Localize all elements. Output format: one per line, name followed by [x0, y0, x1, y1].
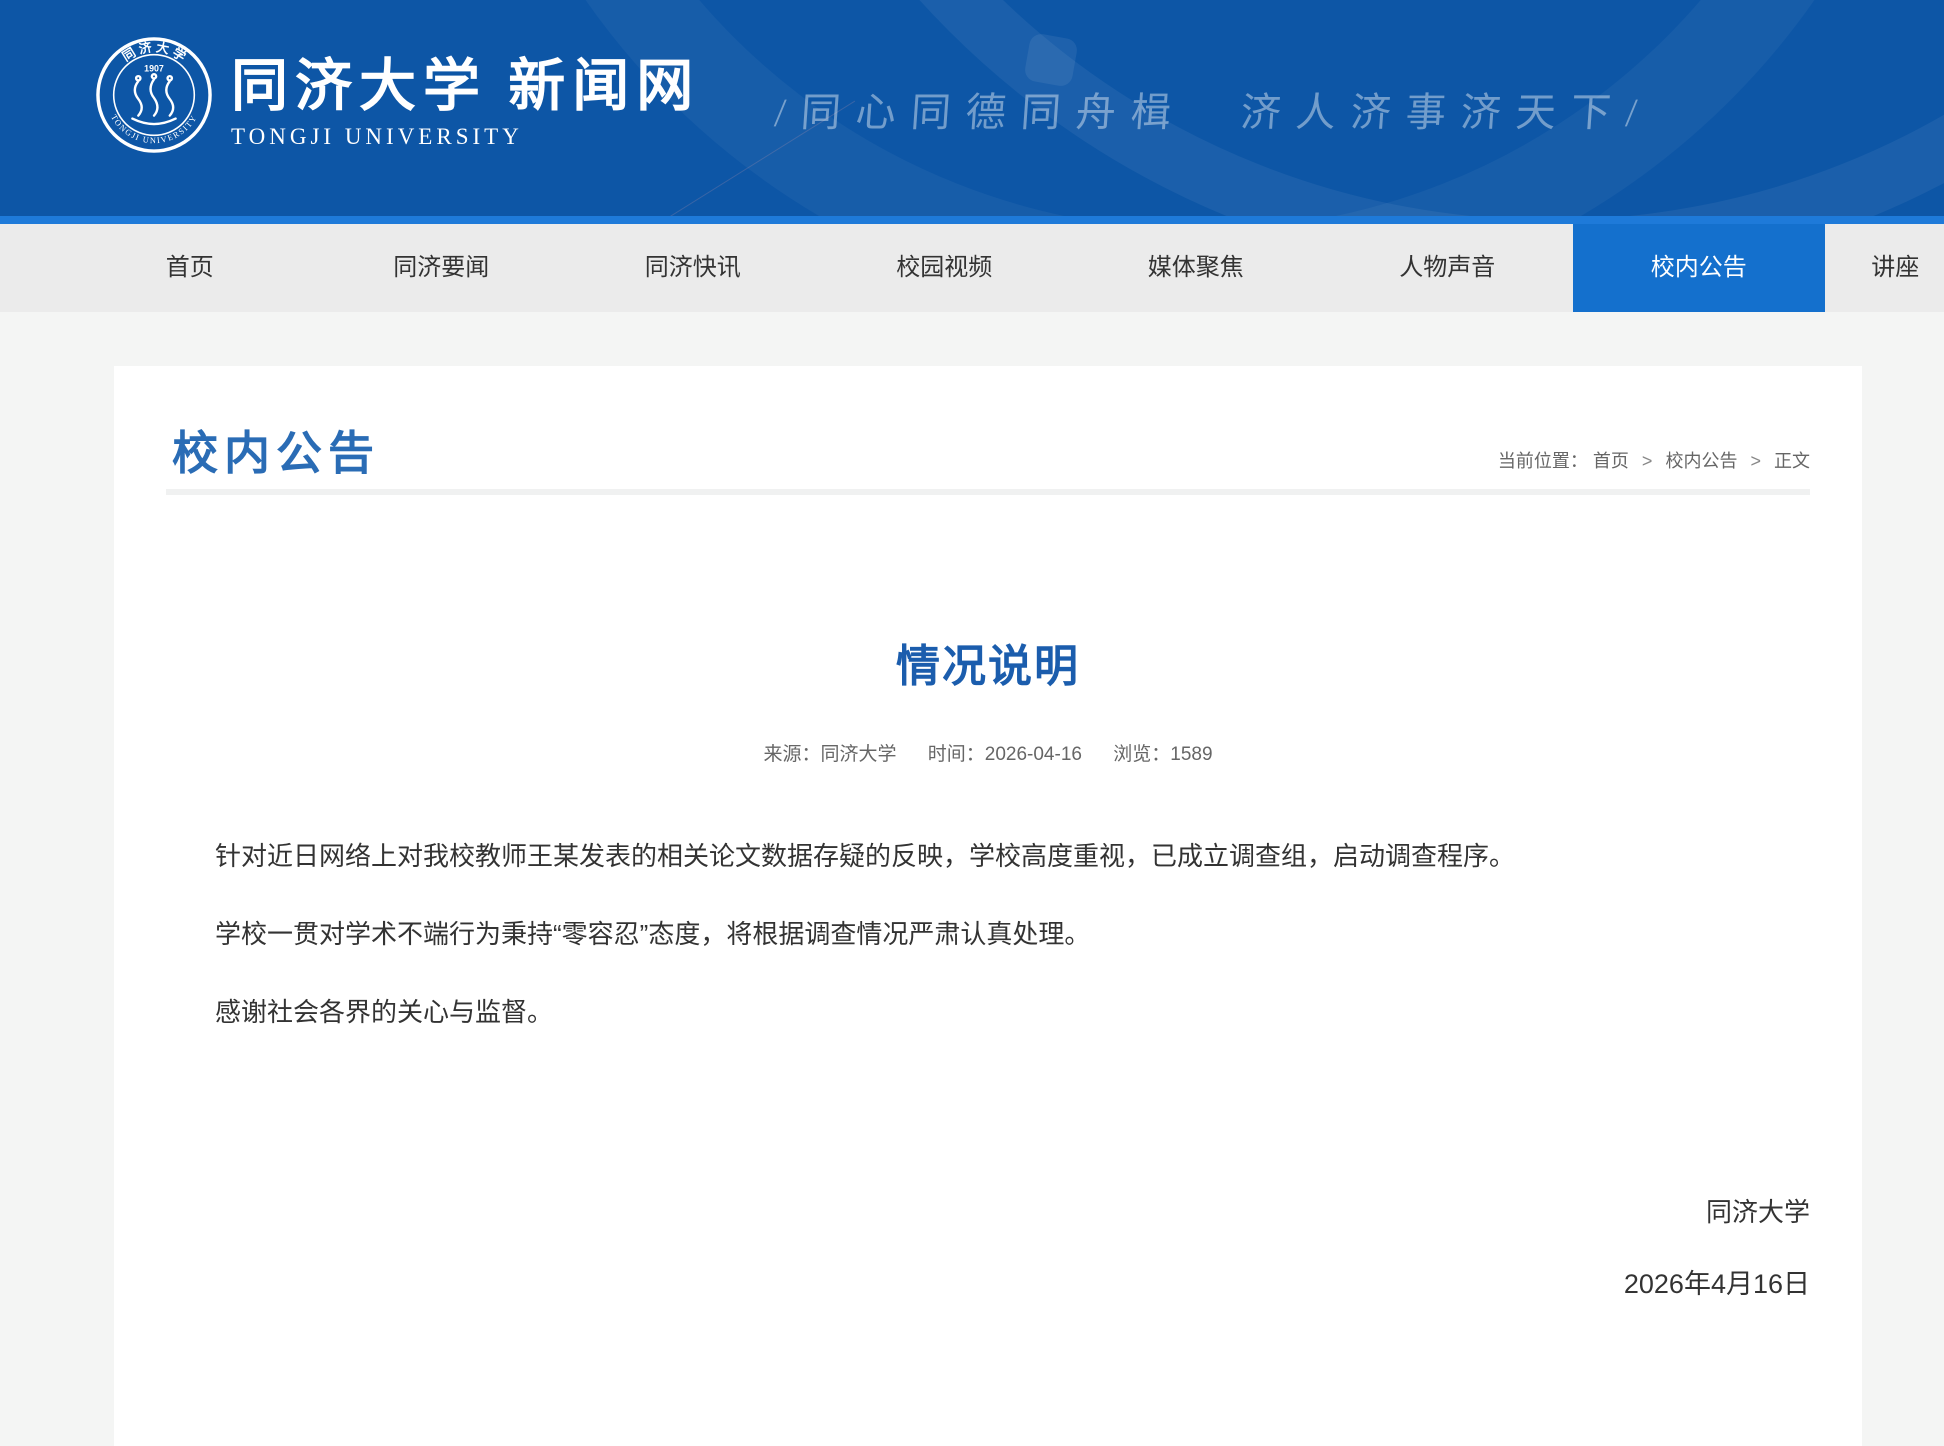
- meta-source: 来源：同济大学: [763, 744, 896, 765]
- signature-name: 同济大学: [1705, 1196, 1810, 1227]
- breadcrumb-label: 当前位置：: [1497, 450, 1588, 471]
- header-accent-strip: [0, 216, 1944, 224]
- nav-item-people-voices[interactable]: 人物声音: [1322, 224, 1574, 312]
- nav-item-tongji-express[interactable]: 同济快讯: [567, 224, 819, 312]
- nav-item-tongji-news[interactable]: 同济要闻: [316, 224, 568, 312]
- seal-boat-glyph: [131, 72, 177, 126]
- breadcrumb-current: 正文: [1774, 450, 1810, 471]
- header-slogan: /同心同德同舟楫 济人济事济天下/: [773, 90, 1654, 135]
- section-divider: [166, 488, 1810, 495]
- site-logo[interactable]: 同 济 大 学 TONGJI UNIVERSITY 1907 同济大学 新闻网 …: [95, 36, 700, 154]
- article-body: 针对近日网络上对我校教师王某发表的相关论文数据存疑的反映，学校高度重视，已成立调…: [215, 839, 1802, 1029]
- meta-time-label: 时间：: [927, 743, 985, 765]
- meta-source-value: 同济大学: [820, 743, 897, 765]
- section-header: 校内公告 当前位置： 首页 > 校内公告 > 正文: [114, 366, 1862, 481]
- content-card: 校内公告 当前位置： 首页 > 校内公告 > 正文 情况说明 来源：同济大学 时…: [114, 366, 1862, 1446]
- breadcrumb-separator: >: [1750, 450, 1761, 471]
- paragraph: 针对近日网络上对我校教师王某发表的相关论文数据存疑的反映，学校高度重视，已成立调…: [215, 840, 1516, 871]
- breadcrumb-home-link[interactable]: 首页: [1593, 451, 1629, 471]
- nav-item-home[interactable]: 首页: [64, 224, 316, 312]
- meta-source-label: 来源：: [763, 743, 821, 765]
- meta-views-label: 浏览：: [1113, 743, 1171, 765]
- nav-item-lectures[interactable]: 讲座: [1770, 224, 1944, 312]
- page-title: 校内公告: [172, 428, 380, 479]
- tongji-seal-icon: 同 济 大 学 TONGJI UNIVERSITY 1907: [96, 37, 212, 153]
- article-title: 情况说明: [896, 641, 1080, 691]
- article-signature: 同济大学 2026年4月16日: [114, 1195, 1862, 1301]
- paragraph: 感谢社会各界的关心与监督。: [215, 996, 554, 1027]
- main-nav: 首页 同济要闻 同济快讯 校园视频 媒体聚焦 人物声音 校内公告 讲座: [0, 224, 1944, 312]
- signature-date: 2026年4月16日: [1623, 1268, 1810, 1299]
- breadcrumb: 当前位置： 首页 > 校内公告 > 正文: [1498, 447, 1810, 473]
- meta-views: 浏览：1589: [1113, 744, 1212, 765]
- site-header: 同 济 大 学 TONGJI UNIVERSITY 1907 同济大学 新闻网 …: [0, 0, 1944, 216]
- meta-time-value: 2026-04-16: [984, 743, 1082, 765]
- breadcrumb-separator: >: [1641, 450, 1653, 471]
- meta-time: 时间：2026-04-16: [928, 744, 1082, 765]
- article: 情况说明 来源：同济大学 时间：2026-04-16 浏览：1589 针对近日网…: [114, 641, 1862, 1301]
- meta-views-value: 1589: [1170, 743, 1213, 765]
- page-background: 校内公告 当前位置： 首页 > 校内公告 > 正文 情况说明 来源：同济大学 时…: [0, 312, 1944, 1446]
- site-title-en: TONGJI UNIVERSITY: [231, 124, 523, 149]
- seal-year: 1907: [144, 63, 164, 73]
- paragraph: 学校一贯对学术不端行为秉持“零容忍”态度，将根据调查情况严肃认真处理。: [215, 918, 1091, 949]
- nav-item-campus-video[interactable]: 校园视频: [819, 224, 1071, 312]
- nav-item-media-focus[interactable]: 媒体聚焦: [1070, 224, 1322, 312]
- article-meta: 来源：同济大学 时间：2026-04-16 浏览：1589: [114, 741, 1862, 769]
- breadcrumb-section-link[interactable]: 校内公告: [1665, 451, 1737, 471]
- site-title-cn: 同济大学 新闻网: [231, 55, 701, 118]
